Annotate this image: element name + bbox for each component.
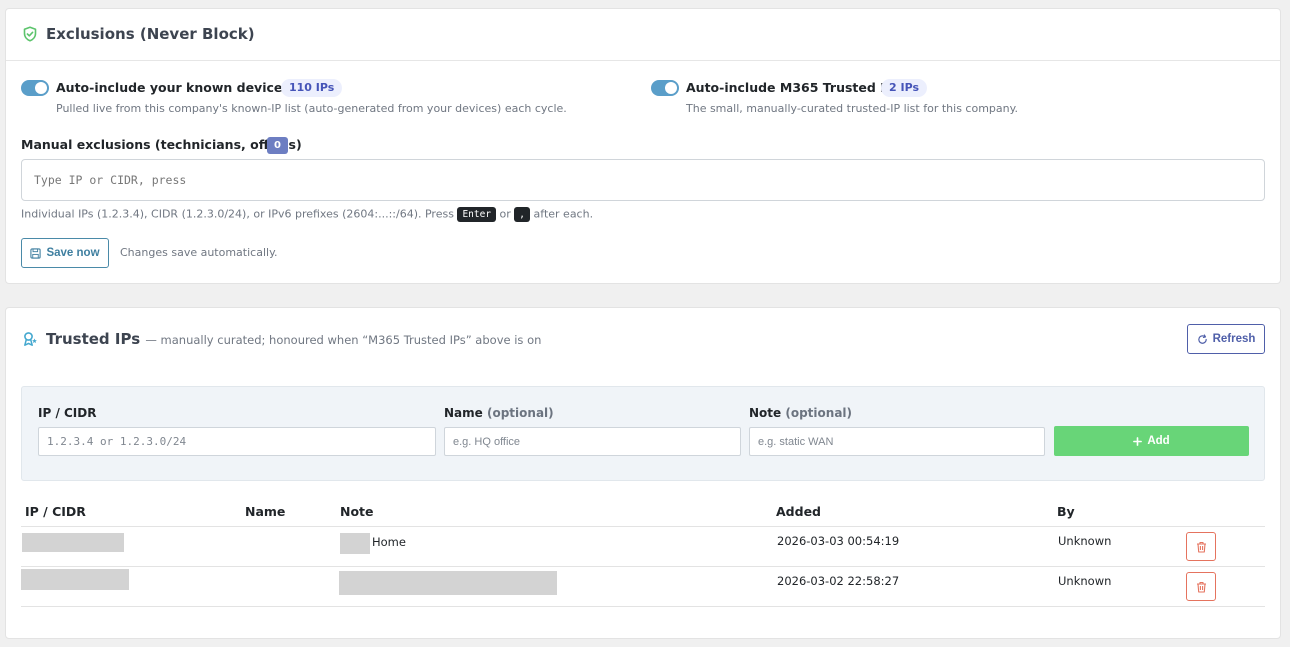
delete-button[interactable] bbox=[1186, 572, 1216, 601]
known-devices-badge: 110 IPs bbox=[281, 79, 343, 97]
note-optional-text: (optional) bbox=[785, 406, 853, 420]
trusted-ips-title: Trusted IPs bbox=[46, 330, 141, 348]
column-note: Note bbox=[340, 504, 374, 519]
redacted-ip bbox=[21, 569, 129, 590]
known-devices-toggle[interactable] bbox=[21, 80, 49, 96]
trash-icon bbox=[1196, 581, 1206, 593]
redacted-ip bbox=[22, 533, 124, 552]
column-added: Added bbox=[776, 504, 821, 519]
note-field-label: Note (optional) bbox=[749, 406, 852, 420]
help-text-suffix: after each. bbox=[530, 207, 594, 221]
plus-icon bbox=[1133, 436, 1143, 446]
row-divider bbox=[21, 566, 1265, 567]
known-devices-label: Auto-include your known device IPs bbox=[56, 80, 308, 95]
comma-key-hint: , bbox=[514, 207, 531, 222]
row-note: Home bbox=[372, 535, 406, 549]
add-button[interactable]: Add bbox=[1054, 426, 1249, 456]
m365-trusted-toggle[interactable] bbox=[651, 80, 679, 96]
delete-button[interactable] bbox=[1186, 532, 1216, 561]
name-field-label: Name (optional) bbox=[444, 406, 554, 420]
trash-icon bbox=[1196, 541, 1206, 553]
floppy-disk-icon bbox=[30, 247, 42, 259]
manual-exclusions-count: 0 bbox=[267, 137, 288, 154]
m365-trusted-badge: 2 IPs bbox=[881, 79, 927, 97]
redacted-note-part bbox=[340, 533, 370, 554]
m365-trusted-label: Auto-include M365 Trusted IPs bbox=[686, 80, 902, 95]
add-label: Add bbox=[1147, 435, 1170, 447]
help-text-prefix: Individual IPs (1.2.3.4), CIDR (1.2.3.0/… bbox=[21, 207, 458, 221]
row-added: 2026-03-02 22:58:27 bbox=[777, 574, 900, 588]
note-label-text: Note bbox=[749, 406, 782, 420]
trusted-ips-subtitle: — manually curated; honoured when “M365 … bbox=[145, 333, 542, 347]
name-input[interactable] bbox=[444, 427, 741, 456]
column-by: By bbox=[1057, 504, 1075, 519]
ip-cidr-label: IP / CIDR bbox=[38, 406, 97, 420]
add-trusted-ip-form: IP / CIDR Name (optional) Note (optional… bbox=[21, 386, 1265, 481]
ip-cidr-input[interactable] bbox=[38, 427, 436, 456]
note-input[interactable] bbox=[749, 427, 1045, 456]
refresh-label: Refresh bbox=[1212, 333, 1256, 345]
name-optional-text: (optional) bbox=[486, 406, 554, 420]
trusted-ips-card: Trusted IPs — manually curated; honoured… bbox=[5, 307, 1281, 639]
autosave-note: Changes save automatically. bbox=[120, 246, 278, 259]
save-now-button[interactable]: Save now bbox=[21, 238, 109, 268]
save-now-label: Save now bbox=[46, 247, 100, 259]
table-header-divider bbox=[21, 526, 1265, 527]
refresh-icon bbox=[1197, 333, 1207, 344]
row-by: Unknown bbox=[1058, 574, 1112, 588]
help-text-or: or bbox=[496, 207, 515, 221]
known-devices-description: Pulled live from this company's known-IP… bbox=[56, 102, 567, 115]
manual-exclusions-label: Manual exclusions (technicians, offices) bbox=[21, 137, 302, 152]
exclusions-card: Exclusions (Never Block) Auto-include yo… bbox=[5, 8, 1281, 284]
manual-exclusions-input[interactable] bbox=[21, 159, 1265, 201]
exclusions-header: Exclusions (Never Block) bbox=[6, 9, 1280, 61]
name-label-text: Name bbox=[444, 406, 483, 420]
trusted-ips-heading: Trusted IPs — manually curated; honoured… bbox=[46, 330, 541, 348]
enter-key-hint: Enter bbox=[457, 207, 497, 222]
refresh-button[interactable]: Refresh bbox=[1187, 324, 1265, 354]
exclusions-title: Exclusions (Never Block) bbox=[46, 25, 255, 43]
row-added: 2026-03-03 00:54:19 bbox=[777, 534, 900, 548]
row-by: Unknown bbox=[1058, 534, 1112, 548]
award-icon bbox=[24, 332, 37, 346]
column-name: Name bbox=[245, 504, 286, 519]
manual-exclusions-help: Individual IPs (1.2.3.4), CIDR (1.2.3.0/… bbox=[21, 207, 593, 222]
row-divider bbox=[21, 606, 1265, 607]
m365-trusted-description: The small, manually-curated trusted-IP l… bbox=[686, 102, 1019, 115]
column-ip-cidr: IP / CIDR bbox=[25, 504, 86, 519]
redacted-note bbox=[339, 571, 557, 595]
shield-check-icon bbox=[23, 26, 37, 42]
